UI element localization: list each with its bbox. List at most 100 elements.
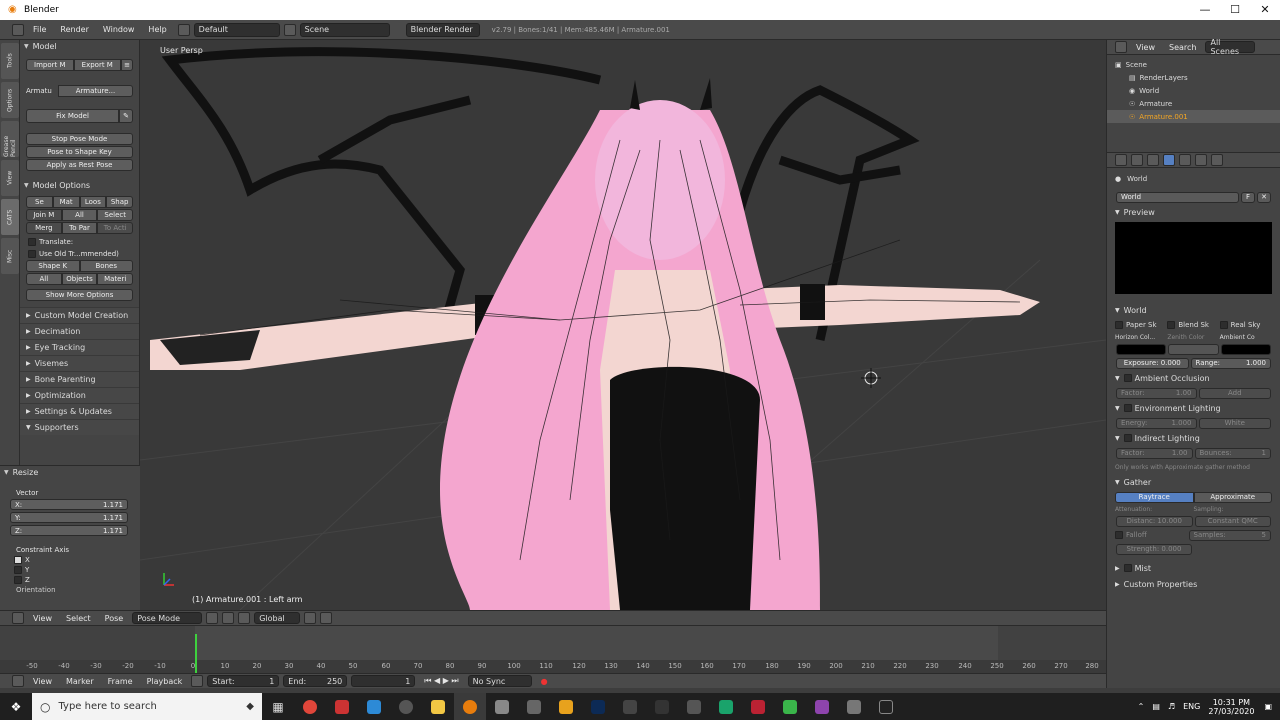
layers-icon[interactable]	[304, 612, 317, 624]
world-name-field[interactable]: World	[1116, 191, 1239, 203]
render-engine-select[interactable]: Blender Render	[405, 22, 480, 37]
language-indicator[interactable]: ENG	[1183, 702, 1200, 711]
preview-range-icon[interactable]	[191, 675, 204, 687]
tab-tools[interactable]: Tools	[1, 43, 19, 79]
tree-item-scene[interactable]: ▣ Scene	[1107, 58, 1280, 71]
section-decimation[interactable]: ▶ Decimation	[20, 323, 139, 339]
falloff-checkbox[interactable]: Falloff	[1115, 531, 1188, 539]
vr-icon[interactable]	[870, 693, 902, 720]
section-visemes[interactable]: ▶ Visemes	[20, 355, 139, 371]
ao-factor-field[interactable]: Factor: 1.00	[1116, 387, 1197, 399]
separate-button[interactable]: Se	[26, 196, 53, 208]
section-custom-model-creation[interactable]: ▶ Custom Model Creation	[20, 307, 139, 323]
notifications-icon[interactable]: ▣	[1264, 702, 1272, 711]
merge-to-parent-button[interactable]: To Par	[61, 222, 98, 234]
snap-icon[interactable]	[320, 612, 333, 624]
by-loose-button[interactable]: Loos	[79, 196, 107, 208]
constraint-z-checkbox[interactable]: Z	[14, 576, 126, 584]
menu-marker[interactable]: Marker	[59, 677, 101, 686]
section-gather[interactable]: ▼ Gather	[1107, 474, 1280, 490]
indirect-factor-field[interactable]: Factor: 1.00	[1116, 447, 1193, 459]
zenith-color-swatch[interactable]	[1168, 343, 1219, 355]
editor-type-icon[interactable]	[12, 23, 24, 36]
distance-field[interactable]: Distanc: 10.000	[1116, 515, 1193, 527]
section-preview[interactable]: ▼ Preview	[1107, 204, 1280, 220]
menu-render[interactable]: Render	[53, 25, 95, 34]
menu-help[interactable]: Help	[141, 25, 173, 34]
data-tab-icon[interactable]	[1195, 154, 1207, 166]
by-material-button[interactable]: Mat	[52, 196, 80, 208]
obs-icon[interactable]	[390, 693, 422, 720]
microphone-icon[interactable]: ◆	[246, 701, 254, 712]
use-old-translate-checkbox[interactable]: Use Old Tr...mmended)	[28, 250, 131, 258]
chrome-icon[interactable]	[294, 693, 326, 720]
fix-model-button[interactable]: Fix Model	[26, 109, 119, 123]
scene-tab-icon[interactable]	[1147, 154, 1159, 166]
tray-chevron-icon[interactable]: ⌃	[1138, 702, 1145, 711]
translate-materials-button[interactable]: Materi	[97, 273, 134, 285]
section-supporters[interactable]: ▼ Supporters	[20, 419, 139, 435]
menu-view[interactable]: View	[1129, 43, 1162, 52]
menu-playback[interactable]: Playback	[140, 677, 190, 686]
app-icon[interactable]	[486, 693, 518, 720]
show-more-options-button[interactable]: Show More Options	[26, 289, 133, 301]
twitch-icon[interactable]	[806, 693, 838, 720]
tab-grease-pencil[interactable]: Grease Pencil	[1, 121, 19, 157]
import-model-button[interactable]: Import M	[26, 59, 74, 71]
menu-pose[interactable]: Pose	[98, 614, 131, 623]
sampling-method-select[interactable]: Constant QMC	[1194, 515, 1271, 527]
bounces-field[interactable]: Bounces: 1	[1194, 447, 1271, 459]
translate-shape-keys-button[interactable]: Shape K	[26, 260, 80, 272]
real-sky-checkbox[interactable]: Real Sky	[1219, 321, 1272, 329]
menu-icon[interactable]: ≡	[121, 59, 133, 71]
vector-y-field[interactable]: Y: 1.171	[10, 512, 128, 523]
app-icon[interactable]	[838, 693, 870, 720]
tree-item-armature[interactable]: ☉ Armature	[1107, 97, 1280, 110]
section-indirect-lighting[interactable]: ▼ Indirect Lighting	[1107, 430, 1280, 446]
close-button[interactable]: ✕	[1250, 0, 1280, 20]
tree-item-world[interactable]: ◉ World	[1107, 84, 1280, 97]
current-frame-field[interactable]: 1	[351, 675, 416, 687]
panel-model-options-header[interactable]: ▼ Model Options	[20, 179, 139, 192]
object-tab-icon[interactable]	[1179, 154, 1191, 166]
operator-header[interactable]: ▼ Resize	[0, 466, 140, 479]
minimize-button[interactable]: —	[1190, 0, 1220, 20]
translate-bones-button[interactable]: Bones	[79, 260, 133, 272]
end-frame-field[interactable]: End: 250	[283, 675, 348, 687]
task-view-icon[interactable]: ▦	[262, 693, 294, 720]
raytrace-button[interactable]: Raytrace	[1115, 491, 1194, 503]
section-custom-properties[interactable]: ▶ Custom Properties	[1107, 576, 1280, 592]
exposure-field[interactable]: Exposure: 0.000	[1116, 357, 1189, 369]
bone-tab-icon[interactable]	[1211, 154, 1223, 166]
mode-select[interactable]: Pose Mode	[132, 612, 203, 624]
app-icon[interactable]	[550, 693, 582, 720]
panel-model-header[interactable]: ▼ Model	[20, 40, 139, 53]
constraint-y-checkbox[interactable]: Y	[14, 566, 126, 574]
tree-item-armature-001[interactable]: ☉ Armature.001	[1107, 110, 1280, 123]
wrench-icon[interactable]: ✎	[119, 109, 133, 123]
menu-search[interactable]: Search	[1162, 43, 1203, 52]
menu-view[interactable]: View	[26, 614, 59, 623]
taskbar-search[interactable]: ○ Type here to search ◆	[32, 693, 262, 720]
timeline-ruler[interactable]: -50 -40 -30 -20 -10 0 10 20 30 40 50 60 …	[0, 660, 1106, 674]
range-field[interactable]: Range: 1.000	[1190, 357, 1271, 369]
app-icon[interactable]	[646, 693, 678, 720]
clock[interactable]: 10:31 PM 27/03/2020	[1208, 698, 1254, 716]
merge-to-active-button[interactable]: To Acti	[97, 222, 134, 234]
section-mist[interactable]: ▶ Mist	[1107, 560, 1280, 576]
vector-x-field[interactable]: X: 1.171	[10, 499, 128, 510]
scene-select[interactable]: Scene	[299, 22, 390, 37]
app-icon[interactable]	[326, 693, 358, 720]
unlink-icon[interactable]: ✕	[1257, 191, 1271, 203]
scene-icon[interactable]	[283, 23, 296, 36]
env-color-select[interactable]: White	[1198, 417, 1271, 429]
env-energy-field[interactable]: Energy: 1.000	[1116, 417, 1197, 429]
app-icon[interactable]	[614, 693, 646, 720]
pivot-icon[interactable]	[222, 612, 235, 624]
translate-objects-button[interactable]: Objects	[61, 273, 98, 285]
record-icon[interactable]: ●	[534, 677, 555, 686]
pose-to-shape-key-button[interactable]: Pose to Shape Key	[26, 146, 133, 158]
ao-mode-select[interactable]: Add	[1198, 387, 1271, 399]
stop-pose-mode-button[interactable]: Stop Pose Mode	[26, 133, 133, 145]
app-icon[interactable]	[358, 693, 390, 720]
